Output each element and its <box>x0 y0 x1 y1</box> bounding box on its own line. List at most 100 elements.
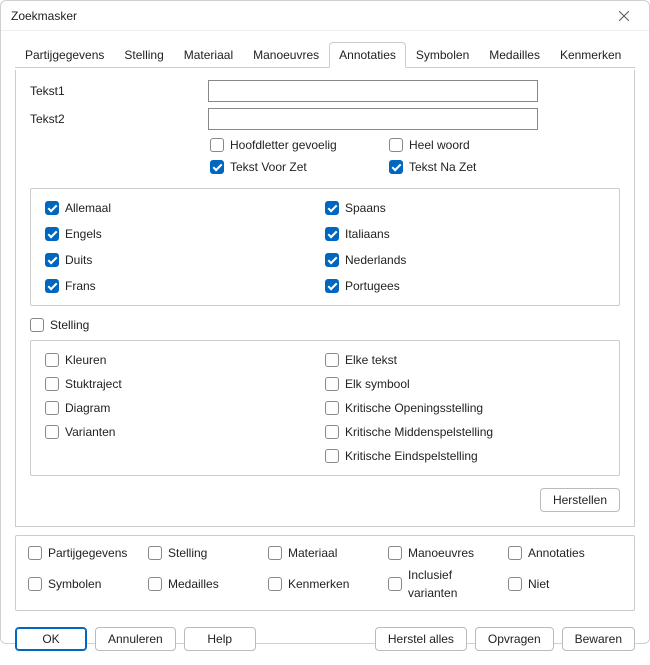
lang-portugees-checkbox[interactable]: Portugees <box>325 277 605 295</box>
checkbox-icon <box>30 318 44 332</box>
filter-manoeuvres-checkbox[interactable]: Manoeuvres <box>388 544 502 562</box>
checkbox-icon <box>508 577 522 591</box>
filter-annotaties-label: Annotaties <box>528 544 585 562</box>
checkbox-icon <box>45 253 59 267</box>
checkbox-icon <box>388 546 402 560</box>
checkbox-icon <box>148 577 162 591</box>
text2-input[interactable] <box>208 108 538 130</box>
close-icon <box>619 11 629 21</box>
position-label: Stelling <box>50 316 89 334</box>
filter-kenmerken-label: Kenmerken <box>288 575 349 593</box>
checkbox-icon <box>325 449 339 463</box>
filter-annotaties-checkbox[interactable]: Annotaties <box>508 544 622 562</box>
filter-symbolen-checkbox[interactable]: Symbolen <box>28 566 142 602</box>
filter-materiaal-label: Materiaal <box>288 544 337 562</box>
flag-kritische-middenspelstelling-checkbox[interactable]: Kritische Middenspelstelling <box>325 423 605 441</box>
tab-kenmerken[interactable]: Kenmerken <box>550 42 631 68</box>
checkbox-icon <box>325 425 339 439</box>
languages-group: Allemaal Engels Duits Frans Spaans Italiaans N… <box>30 188 620 306</box>
flag-kritische-openingsstelling-checkbox[interactable]: Kritische Openingsstelling <box>325 399 605 417</box>
checkbox-icon <box>388 577 402 591</box>
restore-button[interactable]: Herstellen <box>540 488 620 512</box>
tab-strip: PartijgegevensStellingMateriaalManoeuvre… <box>15 41 635 68</box>
checkbox-icon <box>325 227 339 241</box>
lang-allemaal-checkbox[interactable]: Allemaal <box>45 199 325 217</box>
tab-medailles[interactable]: Medailles <box>479 42 550 68</box>
flag-kleuren-checkbox[interactable]: Kleuren <box>45 351 325 369</box>
flag-elke-tekst-label: Elke tekst <box>345 351 397 369</box>
filter-niet-checkbox[interactable]: Niet <box>508 566 622 602</box>
flag-stuktraject-checkbox[interactable]: Stuktraject <box>45 375 325 393</box>
lang-nederlands-checkbox[interactable]: Nederlands <box>325 251 605 269</box>
lang-frans-checkbox[interactable]: Frans <box>45 277 325 295</box>
text1-row: Tekst1 <box>30 80 620 102</box>
case-sensitive-checkbox[interactable]: Hoofdletter gevoelig <box>210 136 381 154</box>
lang-engels-checkbox[interactable]: Engels <box>45 225 325 243</box>
lang-italiaans-checkbox[interactable]: Italiaans <box>325 225 605 243</box>
filter-materiaal-checkbox[interactable]: Materiaal <box>268 544 382 562</box>
flag-kritische-eindspelstelling-checkbox[interactable]: Kritische Eindspelstelling <box>325 447 605 465</box>
close-button[interactable] <box>609 1 639 31</box>
help-button[interactable]: Help <box>184 627 256 651</box>
tab-symbolen[interactable]: Symbolen <box>406 42 479 68</box>
checkbox-icon <box>210 160 224 174</box>
checkbox-icon <box>45 425 59 439</box>
checkbox-icon <box>268 577 282 591</box>
tab-materiaal[interactable]: Materiaal <box>174 42 243 68</box>
lang-spaans-checkbox[interactable]: Spaans <box>325 199 605 217</box>
filter-symbolen-label: Symbolen <box>48 575 101 593</box>
lang-duits-label: Duits <box>65 251 92 269</box>
flag-elk-symbool-label: Elk symbool <box>345 375 410 393</box>
filter-inclusief-varianten-label: Inclusief varianten <box>408 566 502 602</box>
dialog-body: PartijgegevensStellingMateriaalManoeuvre… <box>1 31 649 615</box>
ok-button[interactable]: OK <box>15 627 87 651</box>
checkbox-icon <box>210 138 224 152</box>
lang-allemaal-label: Allemaal <box>65 199 111 217</box>
flag-kritische-middenspelstelling-label: Kritische Middenspelstelling <box>345 423 493 441</box>
window-title: Zoekmasker <box>11 9 609 23</box>
checkbox-icon <box>508 546 522 560</box>
tab-annotaties[interactable]: Annotaties <box>329 42 406 68</box>
filter-partijgegevens-checkbox[interactable]: Partijgegevens <box>28 544 142 562</box>
flag-elke-tekst-checkbox[interactable]: Elke tekst <box>325 351 605 369</box>
flag-varianten-checkbox[interactable]: Varianten <box>45 423 325 441</box>
cancel-button[interactable]: Annuleren <box>95 627 176 651</box>
text-after-move-label: Tekst Na Zet <box>409 158 476 176</box>
reset-all-button[interactable]: Herstel alles <box>375 627 467 651</box>
flag-elk-symbool-checkbox[interactable]: Elk symbool <box>325 375 605 393</box>
filter-inclusief-varianten-checkbox[interactable]: Inclusief varianten <box>388 566 502 602</box>
checkbox-icon <box>325 279 339 293</box>
flag-diagram-checkbox[interactable]: Diagram <box>45 399 325 417</box>
lang-duits-checkbox[interactable]: Duits <box>45 251 325 269</box>
filter-stelling-checkbox[interactable]: Stelling <box>148 544 262 562</box>
text1-input[interactable] <box>208 80 538 102</box>
tab-stelling[interactable]: Stelling <box>114 42 173 68</box>
checkbox-icon <box>325 377 339 391</box>
text-options: Hoofdletter gevoelig Heel woord Tekst Vo… <box>30 136 560 176</box>
restore-row: Herstellen <box>30 488 620 512</box>
flag-kleuren-label: Kleuren <box>65 351 106 369</box>
flag-stuktraject-label: Stuktraject <box>65 375 122 393</box>
save-button[interactable]: Bewaren <box>562 627 635 651</box>
position-checkbox[interactable]: Stelling <box>30 316 620 334</box>
whole-word-checkbox[interactable]: Heel woord <box>389 136 560 154</box>
text-before-move-checkbox[interactable]: Tekst Voor Zet <box>210 158 381 176</box>
checkbox-icon <box>28 577 42 591</box>
checkbox-icon <box>389 160 403 174</box>
search-flags-group: Kleuren Stuktraject Diagram Varianten Elke t… <box>30 340 620 476</box>
lang-italiaans-label: Italiaans <box>345 225 390 243</box>
filter-kenmerken-checkbox[interactable]: Kenmerken <box>268 566 382 602</box>
checkbox-icon <box>45 353 59 367</box>
text-before-move-label: Tekst Voor Zet <box>230 158 307 176</box>
tab-manoeuvres[interactable]: Manoeuvres <box>243 42 329 68</box>
tab-partijgegevens[interactable]: Partijgegevens <box>15 42 114 68</box>
lang-nederlands-label: Nederlands <box>345 251 406 269</box>
whole-word-label: Heel woord <box>409 136 470 154</box>
query-button[interactable]: Opvragen <box>475 627 554 651</box>
lang-portugees-label: Portugees <box>345 277 400 295</box>
text-after-move-checkbox[interactable]: Tekst Na Zet <box>389 158 560 176</box>
filter-medailles-checkbox[interactable]: Medailles <box>148 566 262 602</box>
flag-kritische-openingsstelling-label: Kritische Openingsstelling <box>345 399 483 417</box>
lang-frans-label: Frans <box>65 277 96 295</box>
titlebar: Zoekmasker <box>1 1 649 31</box>
